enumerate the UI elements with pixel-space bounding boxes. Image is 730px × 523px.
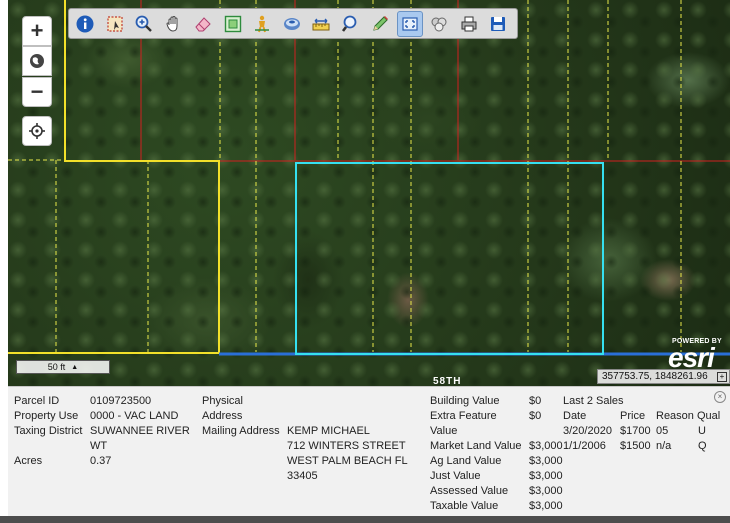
taxable-value: $3,000 <box>529 500 563 512</box>
zoom-in-button[interactable]: + <box>22 16 52 46</box>
draw-pencil-icon <box>373 15 388 31</box>
identify-button[interactable] <box>72 11 98 37</box>
pan-hand-icon <box>165 15 177 32</box>
parcel-lines <box>8 0 730 356</box>
building-value-label: Building Value <box>430 395 500 407</box>
taxable-value-label: Taxable Value <box>430 500 499 512</box>
taxing-district-value: SUWANNEE RIVER <box>90 425 190 437</box>
acres-label: Acres <box>14 455 43 467</box>
aerial-map[interactable] <box>8 0 730 386</box>
left-gutter <box>0 0 8 516</box>
coordinate-value: 357753.75, 1848261.96 <box>602 371 708 382</box>
ag-land-value: $3,000 <box>529 455 563 467</box>
save-button[interactable] <box>485 11 511 37</box>
layers-icon <box>283 17 300 30</box>
expand-icon[interactable]: + <box>717 372 727 382</box>
locate-button[interactable] <box>22 116 52 146</box>
map-application: + − POWERED BY esri 50 ft ▲ 357753.75, 1… <box>0 0 730 523</box>
sale-reason: 05 <box>656 425 669 437</box>
print-button[interactable] <box>456 11 482 37</box>
street-view-icon <box>255 15 269 32</box>
sale-qual: Q <box>698 440 707 452</box>
fullscreen-icon <box>401 16 418 31</box>
sales-title: Last 2 Sales <box>563 395 624 407</box>
market-land-label: Market Land Value <box>430 440 522 452</box>
close-icon[interactable]: × <box>714 391 726 403</box>
property-use-label: Property Use <box>14 410 79 422</box>
globe-icon <box>30 54 44 68</box>
coordinate-readout: 357753.75, 1848261.96 + <box>597 369 730 384</box>
mailing-address-line3: WEST PALM BEACH FL <box>287 455 408 467</box>
search-icon <box>341 15 356 32</box>
sales-header-reason: Reason <box>656 410 694 422</box>
identify-icon <box>76 15 94 32</box>
sales-header-price: Price <box>620 410 646 422</box>
sale-qual: U <box>698 425 706 437</box>
mailing-address-line2: 712 WINTERS STREET <box>287 440 406 452</box>
building-value: $0 <box>529 395 542 407</box>
extra-feature-label-line2: Value <box>430 425 458 437</box>
physical-address-label: Physical <box>202 395 243 407</box>
property-use-value: 0000 - VAC LAND <box>90 410 179 422</box>
map-toolbar <box>68 8 518 39</box>
search-button[interactable] <box>338 11 364 37</box>
street-view-button[interactable] <box>249 11 275 37</box>
pan-button[interactable] <box>161 11 187 37</box>
zoom-out-button[interactable]: − <box>22 77 52 107</box>
eraser-button[interactable] <box>190 11 216 37</box>
fullscreen-button[interactable] <box>396 10 423 37</box>
sale-price: $1700 <box>620 425 651 437</box>
mailing-address-label: Mailing Address <box>202 425 280 437</box>
sale-reason: n/a <box>656 440 672 452</box>
parcel-id-value: 0109723500 <box>90 395 152 407</box>
mailing-address-line4: 33405 <box>287 470 318 482</box>
just-value-label: Just Value <box>430 470 481 482</box>
buffer-icon <box>431 17 447 31</box>
extra-feature-label: Extra Feature <box>430 410 497 422</box>
sales-header-qual: Qual <box>697 410 721 422</box>
mailing-address-line1: KEMP MICHAEL <box>287 425 370 437</box>
measure-button[interactable] <box>308 11 334 37</box>
parcel-info-panel: × Parcel ID 0109723500 Property Use 0000… <box>8 386 730 517</box>
scale-bar: 50 ft ▲ <box>16 360 110 374</box>
just-value: $3,000 <box>529 470 563 482</box>
select-area-icon <box>106 15 123 32</box>
ag-land-label: Ag Land Value <box>430 455 502 467</box>
assessed-value-label: Assessed Value <box>430 485 509 497</box>
draw-button[interactable] <box>367 11 393 37</box>
taxing-district-label: Taxing District <box>14 425 83 437</box>
bottom-strip <box>0 516 730 523</box>
sales-header-date: Date <box>563 410 587 422</box>
sale-price: $1500 <box>620 440 651 452</box>
zoom-extent-button[interactable] <box>220 11 246 37</box>
sale-date: 1/1/2006 <box>563 440 606 452</box>
physical-address-label-line2: Address <box>202 410 243 422</box>
taxing-district-value-line2: WT <box>90 440 108 452</box>
layers-button[interactable] <box>279 11 305 37</box>
eraser-icon <box>195 16 211 31</box>
scale-label: 50 ft <box>47 362 66 372</box>
sale-date: 3/20/2020 <box>563 425 612 437</box>
buffer-button[interactable] <box>426 11 452 37</box>
zoom-extent-icon <box>224 15 241 32</box>
save-icon <box>491 16 505 31</box>
measure-icon <box>312 18 330 30</box>
zoom-in-tool-button[interactable] <box>131 11 157 37</box>
select-area-button[interactable] <box>102 11 128 37</box>
zoom-in-tool-icon <box>135 15 152 32</box>
extra-feature-value: $0 <box>529 410 542 422</box>
acres-value: 0.37 <box>90 455 112 467</box>
parcel-id-label: Parcel ID <box>14 395 60 407</box>
assessed-value: $3,000 <box>529 485 563 497</box>
crosshair-icon <box>29 123 45 139</box>
print-icon <box>461 16 476 31</box>
scale-triangle-icon: ▲ <box>71 363 79 371</box>
market-land-value: $3,000 <box>529 440 563 452</box>
globe-home-button[interactable] <box>22 46 52 76</box>
